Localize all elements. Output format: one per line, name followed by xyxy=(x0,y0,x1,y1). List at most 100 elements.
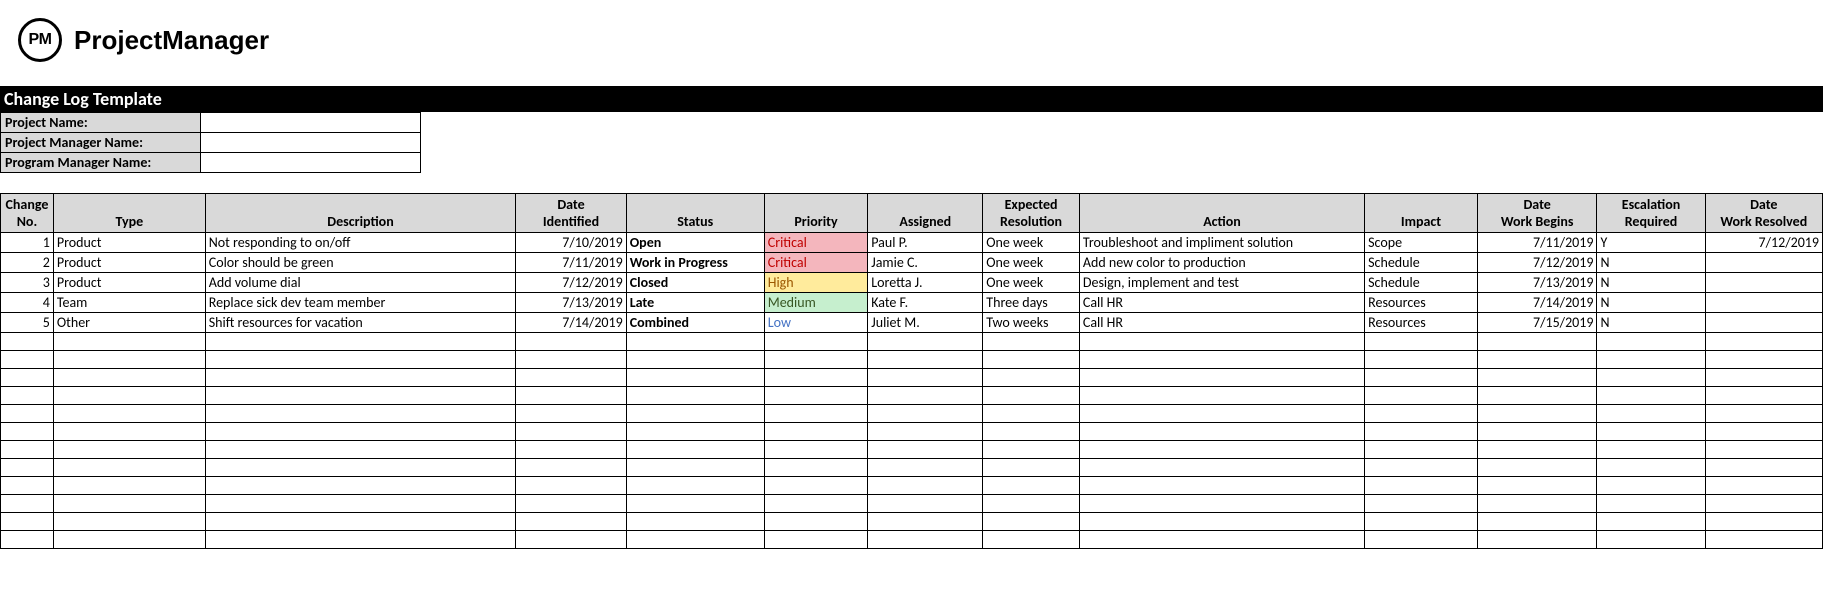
cell-priority[interactable]: High xyxy=(764,273,868,293)
empty-cell[interactable] xyxy=(1477,531,1597,549)
empty-cell[interactable] xyxy=(626,495,764,513)
empty-cell[interactable] xyxy=(1597,531,1705,549)
empty-cell[interactable] xyxy=(205,423,516,441)
cell-status[interactable]: Combined xyxy=(626,313,764,333)
empty-cell[interactable] xyxy=(626,333,764,351)
cell-action[interactable]: Design, implement and test xyxy=(1079,273,1364,293)
cell-assigned[interactable]: Juliet M. xyxy=(868,313,983,333)
empty-cell[interactable] xyxy=(868,387,983,405)
empty-cell[interactable] xyxy=(205,441,516,459)
empty-cell[interactable] xyxy=(516,495,626,513)
cell-priority[interactable]: Critical xyxy=(764,253,868,273)
empty-cell[interactable] xyxy=(868,333,983,351)
cell-status[interactable]: Closed xyxy=(626,273,764,293)
empty-cell[interactable] xyxy=(1477,405,1597,423)
empty-cell[interactable] xyxy=(516,441,626,459)
cell-impact[interactable]: Resources xyxy=(1365,313,1478,333)
cell-desc[interactable]: Not responding to on/off xyxy=(205,233,516,253)
empty-cell[interactable] xyxy=(626,369,764,387)
empty-cell[interactable] xyxy=(1477,423,1597,441)
empty-cell[interactable] xyxy=(1,369,54,387)
empty-cell[interactable] xyxy=(626,531,764,549)
empty-cell[interactable] xyxy=(626,387,764,405)
empty-cell[interactable] xyxy=(1365,477,1478,495)
empty-cell[interactable] xyxy=(983,333,1080,351)
empty-cell[interactable] xyxy=(516,477,626,495)
cell-esc[interactable]: N xyxy=(1597,273,1705,293)
empty-cell[interactable] xyxy=(516,351,626,369)
cell-assigned[interactable]: Jamie C. xyxy=(868,253,983,273)
empty-cell[interactable] xyxy=(983,369,1080,387)
cell-desc[interactable]: Shift resources for vacation xyxy=(205,313,516,333)
empty-cell[interactable] xyxy=(1,351,54,369)
empty-cell[interactable] xyxy=(983,405,1080,423)
cell-esc[interactable]: N xyxy=(1597,313,1705,333)
empty-cell[interactable] xyxy=(1705,333,1822,351)
empty-cell[interactable] xyxy=(1365,423,1478,441)
empty-cell[interactable] xyxy=(205,405,516,423)
cell-dateR[interactable] xyxy=(1705,313,1822,333)
empty-cell[interactable] xyxy=(53,423,205,441)
cell-no[interactable]: 2 xyxy=(1,253,54,273)
cell-dateR[interactable] xyxy=(1705,293,1822,313)
cell-assigned[interactable]: Kate F. xyxy=(868,293,983,313)
empty-cell[interactable] xyxy=(53,369,205,387)
empty-cell[interactable] xyxy=(516,405,626,423)
empty-cell[interactable] xyxy=(764,531,868,549)
empty-cell[interactable] xyxy=(1079,495,1364,513)
empty-cell[interactable] xyxy=(868,423,983,441)
cell-dateR[interactable] xyxy=(1705,273,1822,293)
empty-cell[interactable] xyxy=(1,495,54,513)
empty-cell[interactable] xyxy=(205,477,516,495)
empty-cell[interactable] xyxy=(764,351,868,369)
empty-cell[interactable] xyxy=(1365,405,1478,423)
cell-expRes[interactable]: One week xyxy=(983,273,1080,293)
empty-cell[interactable] xyxy=(868,531,983,549)
cell-impact[interactable]: Schedule xyxy=(1365,273,1478,293)
empty-cell[interactable] xyxy=(53,333,205,351)
empty-cell[interactable] xyxy=(868,513,983,531)
empty-cell[interactable] xyxy=(626,405,764,423)
empty-cell[interactable] xyxy=(868,369,983,387)
cell-dateId[interactable]: 7/11/2019 xyxy=(516,253,626,273)
empty-cell[interactable] xyxy=(626,351,764,369)
cell-status[interactable]: Open xyxy=(626,233,764,253)
empty-cell[interactable] xyxy=(868,351,983,369)
empty-cell[interactable] xyxy=(205,531,516,549)
empty-cell[interactable] xyxy=(1,333,54,351)
empty-cell[interactable] xyxy=(1705,351,1822,369)
empty-cell[interactable] xyxy=(1079,531,1364,549)
empty-cell[interactable] xyxy=(983,423,1080,441)
cell-type[interactable]: Product xyxy=(53,233,205,253)
cell-esc[interactable]: N xyxy=(1597,253,1705,273)
empty-cell[interactable] xyxy=(1597,333,1705,351)
cell-action[interactable]: Call HR xyxy=(1079,293,1364,313)
empty-cell[interactable] xyxy=(1,531,54,549)
empty-cell[interactable] xyxy=(53,351,205,369)
empty-cell[interactable] xyxy=(205,369,516,387)
empty-cell[interactable] xyxy=(1079,513,1364,531)
empty-cell[interactable] xyxy=(205,513,516,531)
empty-cell[interactable] xyxy=(1477,459,1597,477)
empty-cell[interactable] xyxy=(205,495,516,513)
empty-cell[interactable] xyxy=(516,423,626,441)
empty-cell[interactable] xyxy=(764,333,868,351)
cell-status[interactable]: Work in Progress xyxy=(626,253,764,273)
empty-cell[interactable] xyxy=(868,495,983,513)
empty-cell[interactable] xyxy=(983,351,1080,369)
empty-cell[interactable] xyxy=(626,459,764,477)
empty-cell[interactable] xyxy=(868,441,983,459)
empty-cell[interactable] xyxy=(205,387,516,405)
empty-cell[interactable] xyxy=(53,477,205,495)
empty-cell[interactable] xyxy=(205,351,516,369)
empty-cell[interactable] xyxy=(1365,441,1478,459)
empty-cell[interactable] xyxy=(1705,405,1822,423)
empty-cell[interactable] xyxy=(764,387,868,405)
empty-cell[interactable] xyxy=(764,369,868,387)
cell-dateWB[interactable]: 7/15/2019 xyxy=(1477,313,1597,333)
cell-type[interactable]: Product xyxy=(53,273,205,293)
empty-cell[interactable] xyxy=(764,459,868,477)
empty-cell[interactable] xyxy=(205,459,516,477)
empty-cell[interactable] xyxy=(1079,369,1364,387)
empty-cell[interactable] xyxy=(983,387,1080,405)
